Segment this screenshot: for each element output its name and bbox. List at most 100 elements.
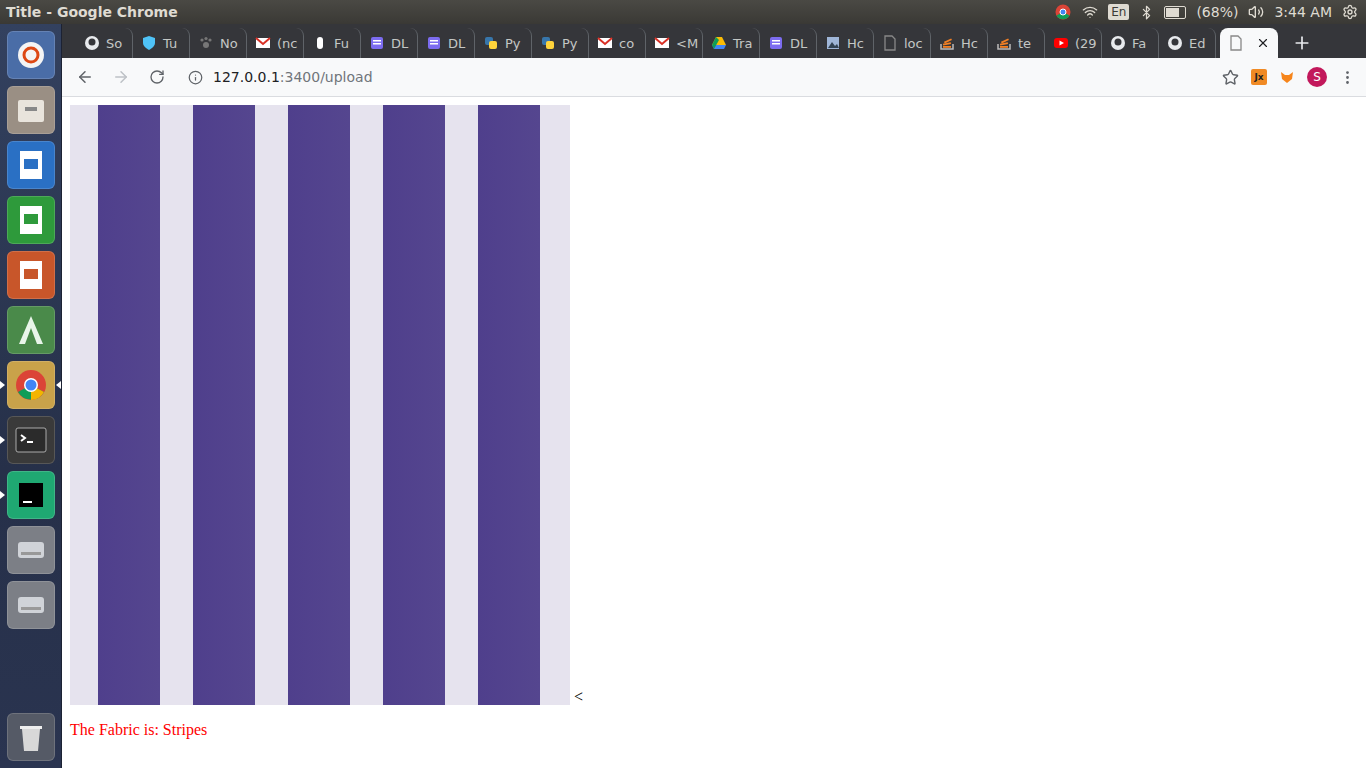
- github-icon: [84, 35, 100, 51]
- tab[interactable]: Fu: [304, 28, 361, 58]
- doc-icon: [369, 35, 385, 51]
- python-icon: [483, 35, 499, 51]
- trash-item[interactable]: [0, 712, 61, 762]
- python-icon: [540, 35, 556, 51]
- fabric-image: [70, 105, 570, 705]
- launcher-item[interactable]: [0, 525, 61, 575]
- shield-icon: [141, 35, 157, 51]
- chrome-icon: [13, 367, 49, 403]
- clock[interactable]: 3:44 AM: [1274, 4, 1332, 20]
- running-indicator: [0, 491, 5, 499]
- tab[interactable]: loc: [874, 28, 931, 58]
- tab[interactable]: co: [589, 28, 646, 58]
- tab[interactable]: [1220, 28, 1278, 58]
- menu-icon[interactable]: [1339, 69, 1356, 86]
- tab[interactable]: Fa: [1102, 28, 1159, 58]
- toolbar: 127.0.0.1:3400/upload Jx S: [62, 58, 1366, 97]
- star-icon[interactable]: [1222, 69, 1239, 86]
- desktop: Title - Google Chrome En (68%) 3:44 AM SoTuN…: [0, 0, 1366, 768]
- new-tab-button[interactable]: [1282, 28, 1322, 58]
- tab[interactable]: Py: [475, 28, 532, 58]
- tab[interactable]: Hc: [931, 28, 988, 58]
- page-content: <The Fabric is: Stripes: [62, 97, 1366, 768]
- launcher-item[interactable]: [0, 195, 61, 245]
- tab[interactable]: So: [76, 28, 133, 58]
- picture-icon: [825, 35, 841, 51]
- gmail-icon: [654, 35, 670, 51]
- youtube-icon: [1053, 35, 1069, 51]
- doc-icon: [768, 35, 784, 51]
- tab[interactable]: DL: [418, 28, 475, 58]
- tab[interactable]: <M: [646, 28, 703, 58]
- tab[interactable]: (nc: [247, 28, 304, 58]
- tab[interactable]: DL: [361, 28, 418, 58]
- info-icon[interactable]: [188, 70, 203, 85]
- tab[interactable]: te: [988, 28, 1045, 58]
- plus-icon: [1292, 33, 1312, 53]
- window-title: Title - Google Chrome: [6, 4, 178, 20]
- pycharm-icon: [13, 477, 49, 513]
- tab[interactable]: No: [190, 28, 247, 58]
- launcher: [0, 24, 62, 768]
- github-icon: [1110, 35, 1126, 51]
- running-indicator: [0, 381, 5, 389]
- launcher-item[interactable]: [0, 30, 61, 80]
- tab[interactable]: Ed: [1159, 28, 1216, 58]
- writer-icon: [13, 147, 49, 183]
- close-tab-icon[interactable]: [1256, 36, 1270, 50]
- back-button[interactable]: [74, 66, 96, 88]
- launcher-item[interactable]: [0, 85, 61, 135]
- page-icon: [1228, 35, 1244, 51]
- fox-extension-icon[interactable]: [1279, 69, 1295, 85]
- github-icon: [1167, 35, 1183, 51]
- page-icon: [882, 35, 898, 51]
- browser: SoTuNo(ncFuDLDLPyPyco<MTraDLHclocHcte(29…: [62, 24, 1366, 768]
- tab[interactable]: (29: [1045, 28, 1102, 58]
- url[interactable]: 127.0.0.1:3400/upload: [213, 69, 373, 85]
- wifi-icon[interactable]: [1082, 4, 1098, 20]
- stack-icon: [939, 35, 955, 51]
- drive-icon: [13, 587, 49, 623]
- battery-icon[interactable]: [1164, 6, 1186, 19]
- tab[interactable]: Py: [532, 28, 589, 58]
- jx-extension-icon[interactable]: Jx: [1251, 69, 1267, 85]
- bluetooth-icon[interactable]: [1139, 5, 1154, 20]
- focus-indicator: [56, 381, 61, 389]
- arrow-right-icon: [112, 68, 130, 86]
- top-panel: Title - Google Chrome En (68%) 3:44 AM: [0, 0, 1366, 24]
- battery-percent: (68%): [1196, 4, 1238, 20]
- gear-icon[interactable]: [1342, 4, 1358, 20]
- launcher-item[interactable]: [0, 305, 61, 355]
- files-icon: [13, 92, 49, 128]
- volume-icon[interactable]: [1248, 4, 1264, 20]
- paw-icon: [198, 35, 214, 51]
- terminal-icon: [13, 422, 49, 458]
- launcher-item[interactable]: [0, 360, 61, 410]
- chrome-icon[interactable]: [1054, 3, 1072, 21]
- trash-icon: [13, 719, 49, 755]
- launcher-item[interactable]: [0, 415, 61, 465]
- tab-strip: SoTuNo(ncFuDLDLPyPyco<MTraDLHclocHcte(29…: [62, 24, 1366, 58]
- launcher-item[interactable]: [0, 580, 61, 630]
- profile-avatar[interactable]: S: [1307, 67, 1327, 87]
- reload-button[interactable]: [146, 66, 168, 88]
- tab[interactable]: Tu: [133, 28, 190, 58]
- android-icon: [13, 312, 49, 348]
- tab[interactable]: DL: [760, 28, 817, 58]
- ubuntu-icon: [13, 37, 49, 73]
- launcher-item[interactable]: [0, 140, 61, 190]
- reload-icon: [149, 69, 165, 85]
- address-bar[interactable]: 127.0.0.1:3400/upload: [182, 63, 1208, 91]
- launcher-item[interactable]: [0, 250, 61, 300]
- calc-icon: [13, 202, 49, 238]
- keyboard-layout[interactable]: En: [1108, 4, 1129, 20]
- tab[interactable]: Tra: [703, 28, 760, 58]
- gmail-icon: [597, 35, 613, 51]
- drive-icon: [711, 35, 727, 51]
- running-indicator: [0, 436, 5, 444]
- launcher-item[interactable]: [0, 470, 61, 520]
- caret-text: <: [574, 689, 583, 705]
- forward-button[interactable]: [110, 66, 132, 88]
- tab[interactable]: Hc: [817, 28, 874, 58]
- system-tray: En (68%) 3:44 AM: [1054, 3, 1358, 21]
